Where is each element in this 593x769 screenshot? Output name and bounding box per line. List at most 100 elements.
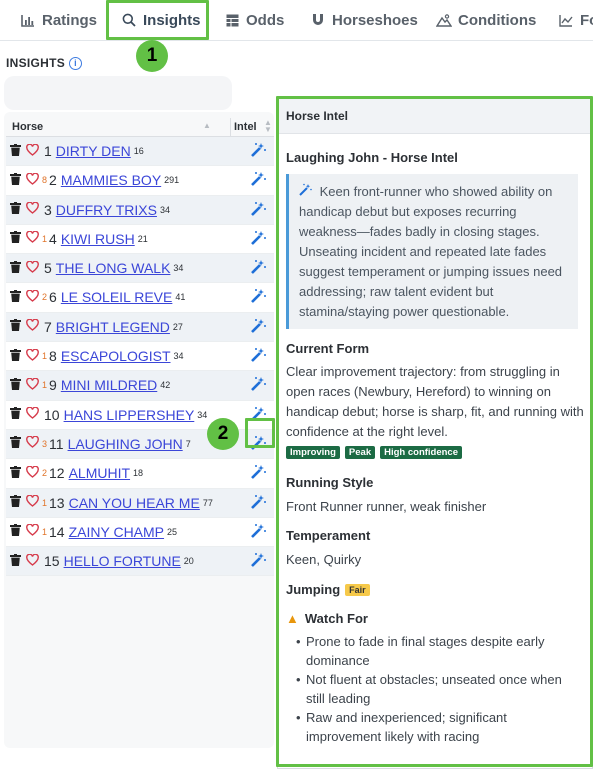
- bar-chart-icon: [20, 14, 36, 27]
- heart-icon[interactable]: [26, 348, 40, 364]
- horse-cell: 5 THE LONG WALK 34: [10, 254, 183, 282]
- tab-label: Ratings: [42, 11, 98, 29]
- saddle-number: 12: [49, 465, 65, 482]
- horse-name-link[interactable]: HANS LIPPERSHEY: [64, 407, 195, 423]
- horse-name-link[interactable]: MAMMIES BOY: [61, 172, 161, 188]
- intel-magic-wand-icon[interactable]: [250, 464, 266, 484]
- trash-icon[interactable]: [10, 348, 22, 364]
- trash-icon[interactable]: [10, 377, 22, 393]
- saddle-number: 9: [49, 377, 57, 394]
- horse-name-link[interactable]: LAUGHING JOHN: [68, 436, 183, 452]
- intel-magic-wand-icon[interactable]: [250, 494, 266, 514]
- horse-name-link[interactable]: ZAINY CHAMP: [69, 524, 164, 540]
- table-row[interactable]: 3 DUFFRY TRIXS 34: [6, 195, 274, 225]
- tab-odds[interactable]: Odds: [224, 0, 284, 40]
- tab-horseshoes[interactable]: Horseshoes: [310, 0, 418, 40]
- tab-ratings[interactable]: Ratings: [20, 0, 97, 40]
- heart-icon[interactable]: [26, 172, 40, 188]
- table-row[interactable]: 1 13 CAN YOU HEAR ME 77: [6, 488, 274, 518]
- heart-icon[interactable]: [26, 143, 40, 159]
- heart-icon[interactable]: [26, 494, 40, 510]
- trash-icon[interactable]: [10, 319, 22, 334]
- table-row[interactable]: 7 BRIGHT LEGEND 27: [6, 312, 274, 343]
- intel-magic-wand-icon[interactable]: [250, 523, 266, 543]
- trash-icon[interactable]: [10, 553, 22, 569]
- horse-name-link[interactable]: BRIGHT LEGEND: [56, 319, 170, 335]
- intel-magic-wand-icon[interactable]: [250, 318, 266, 338]
- heart-icon[interactable]: [26, 523, 40, 539]
- intel-magic-wand-icon[interactable]: [250, 552, 266, 572]
- trash-icon[interactable]: [10, 260, 22, 276]
- heart-icon[interactable]: [26, 201, 40, 217]
- intel-magic-wand-icon[interactable]: [250, 201, 266, 221]
- table-row[interactable]: 15 HELLO FORTUNE 20: [6, 547, 274, 577]
- horse-cell: 7 BRIGHT LEGEND 27: [10, 313, 183, 341]
- table-row[interactable]: 1 8 ESCAPOLOGIST 34: [6, 342, 274, 372]
- heart-icon[interactable]: [26, 230, 40, 246]
- heart-icon[interactable]: [26, 435, 40, 451]
- heart-icon[interactable]: [26, 553, 40, 569]
- trash-icon[interactable]: [10, 436, 22, 451]
- sort-icon[interactable]: ▲: [203, 121, 211, 130]
- days-since-run: 20: [183, 556, 194, 567]
- table-row[interactable]: 1 DIRTY DEN 16: [6, 137, 274, 167]
- tab-form[interactable]: Fo: [558, 0, 593, 40]
- days-since-run: 21: [137, 233, 148, 244]
- table-row[interactable]: 8 2 MAMMIES BOY 291: [6, 166, 274, 196]
- horse-cell: 3 11 LAUGHING JOHN 7: [10, 430, 191, 458]
- horse-name-link[interactable]: DUFFRY TRIXS: [56, 202, 157, 218]
- horse-name-link[interactable]: THE LONG WALK: [56, 260, 171, 276]
- intel-magic-wand-icon[interactable]: [250, 259, 266, 279]
- days-since-run: 42: [160, 380, 171, 391]
- table-row[interactable]: 5 THE LONG WALK 34: [6, 254, 274, 284]
- intel-magic-wand-icon[interactable]: [250, 347, 266, 367]
- column-header-horse[interactable]: Horse: [12, 121, 43, 133]
- days-since-run: 34: [197, 409, 208, 420]
- trash-icon[interactable]: [10, 143, 22, 159]
- intel-magic-wand-icon[interactable]: [250, 230, 266, 250]
- horse-name-link[interactable]: KIWI RUSH: [61, 231, 135, 247]
- column-header-intel[interactable]: Intel: [234, 121, 257, 133]
- info-icon[interactable]: i: [69, 56, 83, 70]
- trash-icon[interactable]: [10, 524, 22, 539]
- horse-name-link[interactable]: ALMUHIT: [69, 465, 130, 481]
- saddle-number: 8: [49, 348, 57, 365]
- trash-icon[interactable]: [10, 202, 22, 217]
- table-row[interactable]: 2 6 LE SOLEIL REVE 41: [6, 283, 274, 313]
- table-row[interactable]: 2 12 ALMUHIT 18: [6, 459, 274, 489]
- tab-conditions[interactable]: Conditions: [436, 0, 536, 40]
- trash-icon[interactable]: [10, 231, 22, 246]
- odds-superscript: 2: [42, 468, 48, 479]
- horse-name-link[interactable]: LE SOLEIL REVE: [61, 289, 173, 305]
- heart-icon[interactable]: [26, 406, 40, 422]
- heart-icon[interactable]: [26, 289, 40, 305]
- heart-icon[interactable]: [26, 465, 40, 481]
- heart-icon[interactable]: [26, 260, 40, 276]
- horse-name-link[interactable]: HELLO FORTUNE: [64, 553, 181, 569]
- intel-magic-wand-icon[interactable]: [250, 142, 266, 162]
- trash-icon[interactable]: [10, 465, 22, 481]
- trash-icon[interactable]: [10, 407, 22, 422]
- tab-bar: Ratings Insights Odds Horseshoes Conditi…: [0, 0, 593, 41]
- tab-label: Horseshoes: [332, 11, 418, 29]
- horse-name-link[interactable]: CAN YOU HEAR ME: [69, 495, 200, 511]
- table-row[interactable]: 1 9 MINI MILDRED 42: [6, 371, 274, 401]
- table-row[interactable]: 1 14 ZAINY CHAMP 25: [6, 517, 274, 548]
- horse-name-link[interactable]: DIRTY DEN: [56, 143, 131, 159]
- trash-icon[interactable]: [10, 289, 22, 305]
- intel-magic-wand-icon[interactable]: [250, 288, 266, 308]
- table-row[interactable]: 1 4 KIWI RUSH 21: [6, 224, 274, 255]
- intel-magic-wand-icon[interactable]: [250, 171, 266, 191]
- highlight-box-intel-panel: [276, 96, 593, 767]
- trash-icon[interactable]: [10, 495, 22, 510]
- heart-icon[interactable]: [26, 377, 40, 393]
- sort-icon[interactable]: ▲ ▼: [264, 119, 272, 134]
- filter-bar[interactable]: [4, 76, 232, 110]
- odds-superscript: 1: [42, 497, 48, 508]
- horse-name-link[interactable]: MINI MILDRED: [61, 377, 157, 393]
- trash-icon[interactable]: [10, 172, 22, 188]
- heart-icon[interactable]: [26, 318, 40, 334]
- days-since-run: 41: [175, 292, 186, 303]
- intel-magic-wand-icon[interactable]: [250, 376, 266, 396]
- horse-name-link[interactable]: ESCAPOLOGIST: [61, 348, 171, 364]
